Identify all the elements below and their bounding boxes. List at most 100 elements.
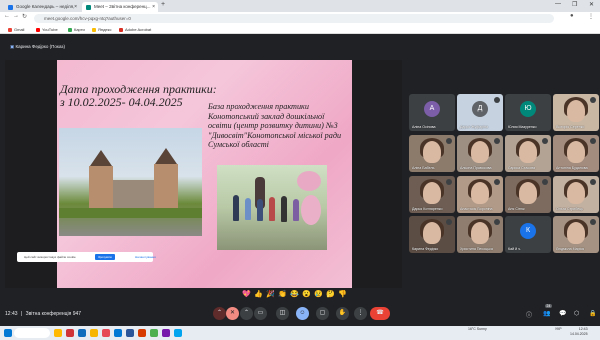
mic-muted-icon	[494, 219, 500, 225]
app-icon[interactable]	[162, 329, 170, 337]
reaction-laugh[interactable]: 😂	[290, 290, 299, 298]
slide-photo-building	[59, 128, 202, 236]
minimize-button[interactable]: —	[555, 1, 561, 7]
widgets-icon[interactable]	[54, 329, 62, 337]
maximize-button[interactable]: ❐	[572, 1, 577, 8]
mic-off-icon[interactable]: ✕	[226, 307, 239, 320]
bookmark-item[interactable]: YouTube	[36, 27, 58, 32]
participant-tile[interactable]: Христина Песоцька	[457, 216, 503, 253]
participant-name: Кай й ч.	[508, 247, 521, 251]
tab-calendar[interactable]: Google Календарь – неділя, ×	[4, 2, 80, 12]
close-window-button[interactable]: ✕	[589, 1, 594, 8]
reaction-surprised[interactable]: 😮	[302, 290, 311, 298]
reaction-thumbs-up[interactable]: 👍	[254, 290, 263, 298]
taskbar-search-box[interactable]	[14, 328, 50, 338]
youtube-icon	[36, 27, 40, 32]
bookmark-item[interactable]: Gmail	[8, 27, 24, 32]
maps-icon	[68, 27, 72, 32]
camera-icon[interactable]: ▭	[254, 307, 267, 320]
participant-name: Вікторія Серенко	[556, 125, 585, 129]
reaction-heart[interactable]: 💖	[242, 290, 251, 298]
back-icon[interactable]: ←	[4, 13, 10, 19]
lock-icon[interactable]: 🔒	[589, 310, 596, 317]
bookmarks-bar	[0, 25, 600, 34]
more-options-icon[interactable]: ⋮	[354, 307, 367, 320]
cookie-accept-button[interactable]: Зрозуміло	[95, 254, 116, 260]
participant-name: Альона Правосова	[460, 166, 492, 170]
participant-tile[interactable]: К Кай й ч.	[505, 216, 551, 253]
bookmark-item[interactable]: Яндекс	[92, 27, 111, 32]
reaction-thumbs-down[interactable]: 👎	[338, 290, 347, 298]
participant-name: Анастасія Вороніна	[460, 207, 493, 211]
participant-tile[interactable]: Аня Сітюк	[505, 176, 551, 213]
reload-icon[interactable]: ↻	[22, 13, 27, 20]
edge-icon[interactable]	[78, 329, 86, 337]
explorer-icon[interactable]	[90, 329, 98, 337]
app-icon[interactable]	[66, 329, 74, 337]
close-tab-icon[interactable]: ×	[152, 2, 155, 12]
forward-icon[interactable]: →	[13, 13, 19, 19]
people-icon[interactable]: 👥	[543, 310, 550, 317]
word-icon[interactable]	[126, 329, 134, 337]
menu-icon[interactable]: ⋮	[588, 13, 594, 20]
reaction-thinking[interactable]: 🤔	[326, 290, 335, 298]
cookie-settings-link[interactable]: Налаштування	[135, 252, 156, 262]
info-icon[interactable]: ⓘ	[526, 310, 532, 319]
bookmark-item[interactable]: Карти	[68, 27, 85, 32]
participant-tile[interactable]: Дарья Котляренко	[409, 176, 455, 213]
weather-widget[interactable]: 16°C Sunny	[468, 327, 487, 331]
camera-menu-button[interactable]: ⌃	[240, 307, 253, 320]
participant-tile[interactable]: А Аліна Осіпова	[409, 94, 455, 131]
mic-menu-button[interactable]: ⌃	[213, 307, 226, 320]
participant-name: Юлия Мазуренко	[508, 125, 537, 129]
leave-call-button[interactable]: ☎	[370, 307, 390, 320]
participant-name: Христина Песоцька	[460, 247, 493, 251]
chrome-icon[interactable]	[150, 329, 158, 337]
participant-tile[interactable]: Ю Юлия Мазуренко	[505, 94, 551, 131]
app-icon[interactable]	[102, 329, 110, 337]
participant-name: Антоніна Буданова	[556, 166, 588, 170]
slide-base-text: База проходження практики Конотопський з…	[208, 102, 342, 149]
close-tab-icon[interactable]: ×	[74, 2, 77, 12]
captions-icon[interactable]: ◫	[276, 307, 289, 320]
profile-avatar[interactable]: ●	[570, 13, 574, 19]
slide-photo-group	[217, 165, 327, 250]
tab-meet[interactable]: Meet – Звітна конференц... ×	[82, 2, 158, 12]
mic-muted-icon	[494, 179, 500, 185]
participant-tile[interactable]: Антоніна Буданова	[553, 135, 599, 172]
new-tab-button[interactable]: +	[161, 1, 165, 8]
participant-tile[interactable]: Аліна Бабель	[409, 135, 455, 172]
reaction-party[interactable]: 🎉	[266, 290, 275, 298]
participant-tile[interactable]: Людмила Маріся	[553, 216, 599, 253]
activities-icon[interactable]: ⬡	[574, 310, 579, 317]
url-field[interactable]: meet.google.com/hcv-pqxg-ntq?authuser=0	[34, 14, 554, 23]
participant-tile[interactable]: Ольга Стрибець	[553, 176, 599, 213]
mic-muted-icon	[494, 138, 500, 144]
participant-tile[interactable]: Альона Правосова	[457, 135, 503, 172]
store-icon[interactable]	[114, 329, 122, 337]
meeting-info: 12:43 | Звітна конференція 947	[5, 311, 82, 317]
system-clock[interactable]: 12:43 14.04.2025	[570, 327, 588, 337]
meet-top-bar	[0, 34, 600, 62]
participant-tile[interactable]: Карина Федірко	[409, 216, 455, 253]
chat-icon[interactable]: 💬	[559, 310, 566, 317]
participant-tile[interactable]: Вікторія Серенко	[553, 94, 599, 131]
presenter-label: ▣ Карина Федірко (Показ)	[10, 44, 65, 49]
reaction-clap[interactable]: 👏	[278, 290, 287, 298]
mic-muted-icon	[446, 219, 452, 225]
present-icon[interactable]: ▢	[316, 307, 329, 320]
powerpoint-icon[interactable]	[138, 329, 146, 337]
participant-tile[interactable]: Лариса Стасова	[505, 135, 551, 172]
mic-muted-icon	[542, 138, 548, 144]
start-icon[interactable]	[4, 329, 12, 337]
bookmark-item[interactable]: Adobe Acrobat	[119, 27, 151, 32]
participant-face	[471, 182, 489, 204]
emoji-icon[interactable]: ☺	[296, 307, 309, 320]
participant-tile[interactable]: Анастасія Вороніна	[457, 176, 503, 213]
participant-name: Карина Федірко	[412, 247, 439, 251]
telegram-icon[interactable]	[174, 329, 182, 337]
participant-tile[interactable]: Д Дарья Жуфаріна	[457, 94, 503, 131]
raise-hand-icon[interactable]: ✋	[336, 307, 349, 320]
reaction-sad[interactable]: 😢	[314, 290, 323, 298]
language-indicator[interactable]: УКР	[555, 327, 562, 331]
